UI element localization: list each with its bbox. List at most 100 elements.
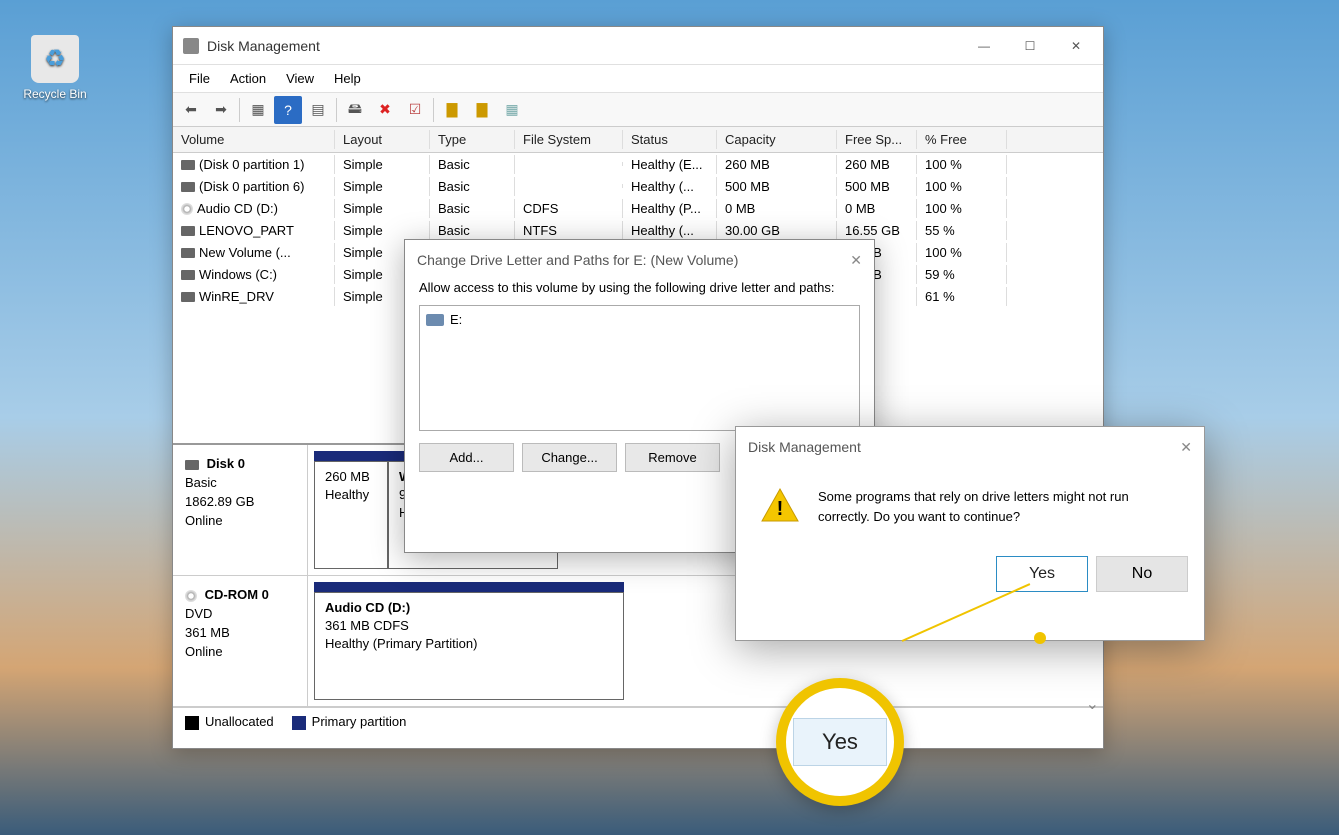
main-titlebar[interactable]: Disk Management — ☐ ✕ <box>173 27 1103 65</box>
volume-row[interactable]: (Disk 0 partition 1)SimpleBasicHealthy (… <box>173 153 1103 175</box>
yes-button[interactable]: Yes <box>996 556 1088 592</box>
legend-unallocated: Unallocated <box>205 714 274 729</box>
tool-icon-3[interactable]: ▦ <box>498 96 526 124</box>
properties-icon[interactable]: ▤ <box>304 96 332 124</box>
cdrom-kind: DVD <box>185 606 212 621</box>
volume-row[interactable]: Audio CD (D:)SimpleBasicCDFSHealthy (P..… <box>173 197 1103 219</box>
cdrom-vol-status: Healthy (Primary Partition) <box>325 636 477 651</box>
vol-type: Basic <box>430 177 515 196</box>
vol-status: Healthy (... <box>623 177 717 196</box>
legend-primary: Primary partition <box>312 714 407 729</box>
minimize-button[interactable]: — <box>961 30 1007 62</box>
dialog2-close-icon[interactable]: ✕ <box>1180 439 1192 456</box>
change-button[interactable]: Change... <box>522 443 617 472</box>
forward-icon[interactable]: ➡ <box>207 96 235 124</box>
vol-pct: 100 % <box>917 199 1007 218</box>
drive-item-e[interactable]: E: <box>426 312 853 327</box>
scroll-down-icon[interactable]: ⌄ <box>1086 694 1099 714</box>
vol-layout: Simple <box>335 221 430 240</box>
remove-button[interactable]: Remove <box>625 443 720 472</box>
recycle-bin-desktop-icon[interactable]: Recycle Bin <box>20 35 90 101</box>
vol-fs <box>515 184 623 188</box>
menu-action[interactable]: Action <box>220 67 276 90</box>
cdrom-volume[interactable]: Audio CD (D:) 361 MB CDFS Healthy (Prima… <box>314 582 624 700</box>
delete-icon[interactable]: ✖ <box>371 96 399 124</box>
vol-fs: NTFS <box>515 221 623 240</box>
cdrom-size: 361 MB <box>185 625 230 640</box>
vol-status: Healthy (E... <box>623 155 717 174</box>
back-icon[interactable]: ⬅ <box>177 96 205 124</box>
vol-pct: 61 % <box>917 287 1007 306</box>
drive-icon <box>181 226 195 236</box>
menu-view[interactable]: View <box>276 67 324 90</box>
drive-letter-list[interactable]: E: <box>419 305 860 431</box>
check-icon[interactable]: ☑ <box>401 96 429 124</box>
add-button[interactable]: Add... <box>419 443 514 472</box>
no-button[interactable]: No <box>1096 556 1188 592</box>
vol-capacity: 30.00 GB <box>717 221 837 240</box>
drive-icon <box>181 292 195 302</box>
maximize-button[interactable]: ☐ <box>1007 30 1053 62</box>
vol-status: Healthy (... <box>623 221 717 240</box>
legend-unallocated-swatch <box>185 716 199 730</box>
app-icon <box>183 38 199 54</box>
col-volume[interactable]: Volume <box>173 130 335 149</box>
part1-size: 260 MB <box>325 468 377 486</box>
dialog2-titlebar[interactable]: Disk Management ✕ <box>736 427 1204 467</box>
vol-type: Basic <box>430 155 515 174</box>
dialog1-close-icon[interactable]: ✕ <box>850 252 862 269</box>
drive-icon[interactable]: 🖴 <box>341 96 369 124</box>
app-title: Disk Management <box>207 38 961 54</box>
disk-0-kind: Basic <box>185 475 217 490</box>
vol-name: Audio CD (D:) <box>197 201 278 216</box>
volume-list-header: Volume Layout Type File System Status Ca… <box>173 127 1103 153</box>
dialog1-titlebar[interactable]: Change Drive Letter and Paths for E: (Ne… <box>405 240 874 280</box>
vol-layout: Simple <box>335 155 430 174</box>
svg-text:!: ! <box>777 498 784 520</box>
help-icon[interactable]: ? <box>274 96 302 124</box>
col-freespace[interactable]: Free Sp... <box>837 130 917 149</box>
drive-icon <box>426 314 444 326</box>
zoom-callout: Yes <box>776 678 904 806</box>
toolbar: ⬅ ➡ ▦ ? ▤ 🖴 ✖ ☑ ▇ ▇ ▦ <box>173 93 1103 127</box>
vol-type: Basic <box>430 199 515 218</box>
col-capacity[interactable]: Capacity <box>717 130 837 149</box>
vol-free: 260 MB <box>837 155 917 174</box>
close-button[interactable]: ✕ <box>1053 30 1099 62</box>
menu-help[interactable]: Help <box>324 67 371 90</box>
cdrom-vol-title: Audio CD (D:) <box>325 600 410 615</box>
vol-capacity: 500 MB <box>717 177 837 196</box>
col-status[interactable]: Status <box>623 130 717 149</box>
partition-header <box>314 582 624 592</box>
cdrom-vol-size: 361 MB CDFS <box>325 618 409 633</box>
toolbar-separator-3 <box>433 98 434 122</box>
vol-name: WinRE_DRV <box>199 289 274 304</box>
grid-icon[interactable]: ▦ <box>244 96 272 124</box>
warning-icon: ! <box>760 487 800 523</box>
vol-layout: Simple <box>335 199 430 218</box>
vol-free: 16.55 GB <box>837 221 917 240</box>
cdrom-title: CD-ROM 0 <box>205 587 269 602</box>
col-layout[interactable]: Layout <box>335 130 430 149</box>
legend-primary-swatch <box>292 716 306 730</box>
drive-item-label: E: <box>450 312 462 327</box>
volume-row[interactable]: LENOVO_PARTSimpleBasicNTFSHealthy (...30… <box>173 219 1103 241</box>
menu-file[interactable]: File <box>179 67 220 90</box>
drive-icon <box>181 160 195 170</box>
volume-row[interactable]: (Disk 0 partition 6)SimpleBasicHealthy (… <box>173 175 1103 197</box>
vol-name: Windows (C:) <box>199 267 277 282</box>
vol-free: 500 MB <box>837 177 917 196</box>
drive-icon <box>181 270 195 280</box>
vol-pct: 100 % <box>917 155 1007 174</box>
drive-icon <box>181 248 195 258</box>
tool-icon-2[interactable]: ▇ <box>468 96 496 124</box>
col-filesystem[interactable]: File System <box>515 130 623 149</box>
tool-icon-1[interactable]: ▇ <box>438 96 466 124</box>
col-type[interactable]: Type <box>430 130 515 149</box>
callout-dot <box>1034 632 1046 644</box>
disk-0-info: Disk 0 Basic 1862.89 GB Online <box>173 445 308 575</box>
partition-1[interactable]: 260 MB Healthy <box>314 451 388 569</box>
col-pctfree[interactable]: % Free <box>917 130 1007 149</box>
toolbar-separator <box>239 98 240 122</box>
vol-name: LENOVO_PART <box>199 223 294 238</box>
